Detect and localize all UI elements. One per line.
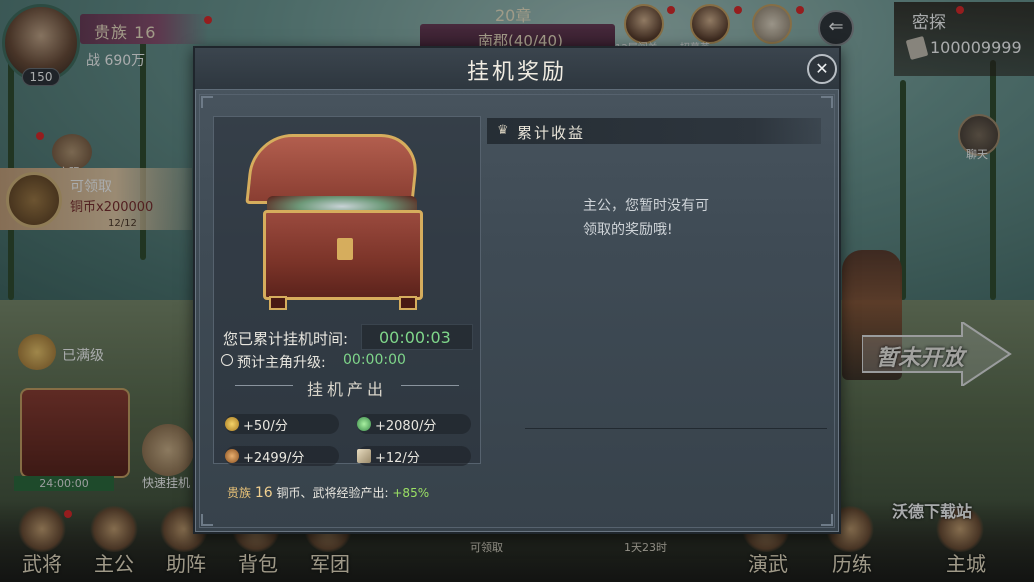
output-title: 挂机产出 [306,380,387,399]
bonus-rank-prefix: 贵族 [227,486,252,500]
output-value: +2499/分 [243,451,305,466]
scroll-icon [357,449,371,463]
frame-corner [821,514,833,526]
gold-coin-icon [225,417,239,431]
output-value: +12/分 [375,451,420,466]
close-icon[interactable]: ✕ [807,54,837,84]
bonus-percent: +85% [392,486,430,500]
output-value: +2080/分 [375,419,437,434]
jade-icon [357,417,371,431]
frame-corner [201,96,213,108]
output-value: +50/分 [243,419,288,434]
bonus-text: 铜币、武将经验产出: [276,486,389,500]
empty-reward-message: 主公，您暂时没有可 领取的奖励哦! [583,194,753,242]
idle-time-value: 00:00:03 [379,328,451,347]
crown-icon: ♛ [497,123,509,138]
idle-time-label: 您已累计挂机时间: [223,330,349,348]
treasure-chest-icon [243,126,439,312]
frame-corner [201,514,213,526]
divider-line [525,428,827,429]
bonus-line: 贵族 16 铜币、武将经验产出: +85% [227,484,429,501]
clock-icon [221,354,233,366]
empty-line-2: 领取的奖励哦! [583,222,673,238]
levelup-label: 预计主角升级: [237,355,326,371]
accumulated-title: 累计收益 [517,124,586,142]
levelup-value: 00:00:00 [343,352,406,368]
bonus-rank-num: 16 [254,485,273,501]
copper-coin-icon [225,449,239,463]
frame-corner [821,96,833,108]
empty-line-1: 主公，您暂时没有可 [583,198,709,214]
idle-reward-modal: 挂机奖励 ✕ 您已累计挂机时间: 00:00:03 预计主角升级: 00:00:… [193,46,841,534]
modal-title: 挂机奖励 [466,60,567,85]
